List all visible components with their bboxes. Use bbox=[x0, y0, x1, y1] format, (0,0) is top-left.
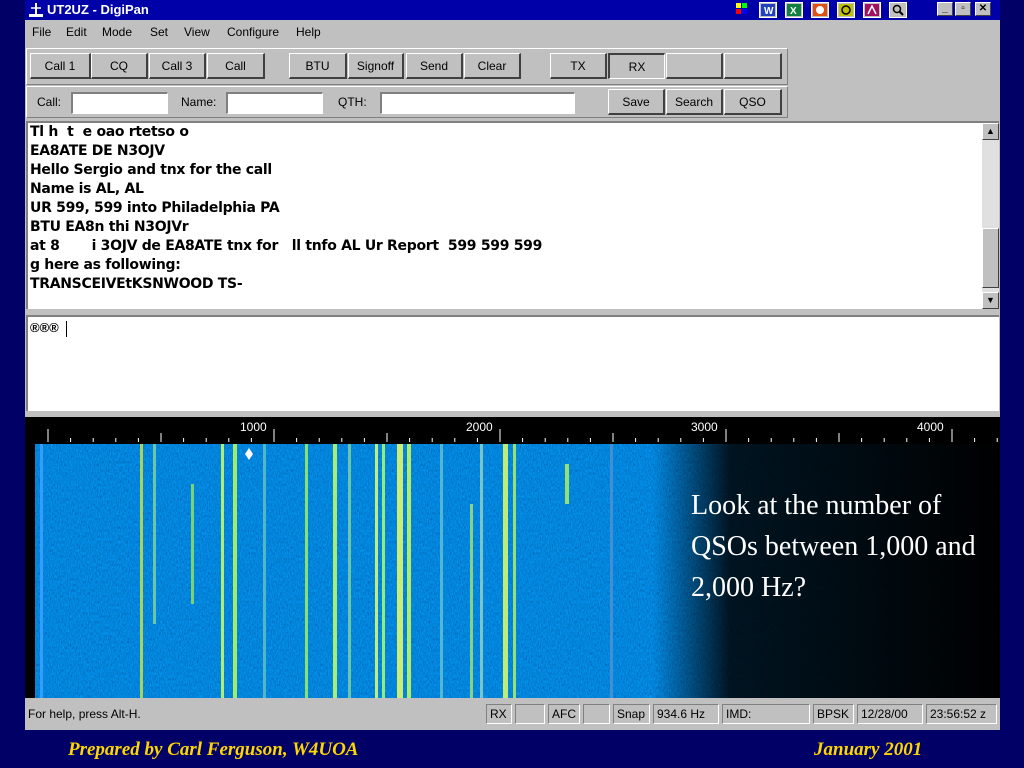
rx-line: TRANSCEIVEtKSNWOOD TS- bbox=[30, 276, 243, 292]
tx-text: ®®® bbox=[30, 320, 59, 335]
scroll-down-icon[interactable]: ▼ bbox=[982, 292, 999, 309]
menu-set[interactable]: Set bbox=[150, 25, 168, 39]
waterfall-display[interactable]: 1000 2000 3000 4000 Look at the number o… bbox=[25, 417, 1000, 698]
status-rx: RX bbox=[486, 704, 512, 724]
scroll-up-icon[interactable]: ▲ bbox=[982, 123, 999, 140]
send-button[interactable]: Send bbox=[406, 53, 463, 79]
qso-button[interactable]: QSO bbox=[724, 89, 782, 115]
freq-label-2000: 2000 bbox=[466, 420, 493, 434]
rx-line: Name is AL, AL bbox=[30, 181, 144, 197]
status-blank-1 bbox=[515, 704, 545, 724]
status-frequency: 934.6 Hz bbox=[653, 704, 719, 724]
app-icon bbox=[28, 2, 44, 18]
close-button[interactable]: ✕ bbox=[975, 2, 991, 16]
app-window: UT2UZ - DigiPan W X _ ▫ ✕ File Edit Mode… bbox=[25, 0, 1000, 730]
call-button[interactable]: Call bbox=[207, 53, 265, 79]
scroll-thumb[interactable] bbox=[982, 228, 999, 288]
blank-button-2[interactable] bbox=[724, 53, 782, 79]
call3-button[interactable]: Call 3 bbox=[149, 53, 206, 79]
word-icon[interactable]: W bbox=[759, 2, 777, 18]
access-icon[interactable] bbox=[863, 2, 881, 18]
macro-toolbar: Call 1 CQ Call 3 Call BTU Signoff Send C… bbox=[26, 48, 788, 85]
search-button[interactable]: Search bbox=[666, 89, 723, 115]
transmit-text-pane[interactable]: ®®® bbox=[26, 315, 999, 411]
status-afc[interactable]: AFC bbox=[548, 704, 580, 724]
minimize-button[interactable]: _ bbox=[937, 2, 953, 16]
signoff-button[interactable]: Signoff bbox=[348, 53, 404, 79]
rx-line: Tl h t e oao rtetso o bbox=[30, 124, 189, 140]
status-imd: IMD: bbox=[722, 704, 810, 724]
freq-label-3000: 3000 bbox=[691, 420, 718, 434]
menu-configure[interactable]: Configure bbox=[227, 25, 279, 39]
rx-line: Hello Sergio and tnx for the call bbox=[30, 162, 272, 178]
powerpoint-icon[interactable] bbox=[811, 2, 829, 18]
rx-line: at 8 i 3OJV de EA8ATE tnx for ll tnfo AL… bbox=[30, 238, 543, 254]
rx-line: g here as following: bbox=[30, 257, 181, 273]
footer-date: January 2001 bbox=[814, 739, 923, 760]
freq-label-4000: 4000 bbox=[917, 420, 944, 434]
svg-text:W: W bbox=[764, 6, 774, 16]
tray-grid-icon[interactable] bbox=[735, 1, 749, 17]
qth-label: QTH: bbox=[338, 95, 367, 109]
outlook-icon[interactable] bbox=[837, 2, 855, 18]
log-toolbar: Call: Name: QTH: Save Search QSO bbox=[26, 86, 788, 118]
call-label: Call: bbox=[37, 95, 62, 109]
menu-help[interactable]: Help bbox=[296, 25, 321, 39]
freq-label-1000: 1000 bbox=[240, 420, 267, 434]
text-cursor bbox=[66, 321, 67, 337]
excel-icon[interactable]: X bbox=[785, 2, 803, 18]
name-input[interactable] bbox=[226, 92, 323, 114]
btu-button[interactable]: BTU bbox=[289, 53, 347, 79]
status-snap[interactable]: Snap bbox=[613, 704, 650, 724]
rx-button[interactable]: RX bbox=[608, 53, 665, 79]
status-time: 23:56:52 z bbox=[926, 704, 997, 724]
rx-line: UR 599, 599 into Philadelphia PA bbox=[30, 200, 280, 216]
rx-scrollbar[interactable]: ▲ ▼ bbox=[982, 123, 999, 309]
menu-view[interactable]: View bbox=[184, 25, 210, 39]
status-blank-2 bbox=[583, 704, 610, 724]
rx-line: BTU EA8n thi N3OJVr bbox=[30, 219, 189, 235]
menu-bar: File Edit Mode Set View Configure Help bbox=[25, 21, 1000, 43]
call-input[interactable] bbox=[71, 92, 168, 114]
status-mode: BPSK bbox=[813, 704, 854, 724]
receive-text-pane[interactable]: Tl h t e oao rtetso o EA8ATE DE N3OJV He… bbox=[26, 121, 999, 309]
clear-button[interactable]: Clear bbox=[464, 53, 521, 79]
title-bar[interactable]: UT2UZ - DigiPan W X _ ▫ ✕ bbox=[25, 0, 1000, 20]
qth-input[interactable] bbox=[380, 92, 575, 114]
status-bar: For help, press Alt-H. RX AFC Snap 934.6… bbox=[25, 701, 1000, 727]
frequency-scale bbox=[47, 429, 998, 442]
restore-button[interactable]: ▫ bbox=[955, 2, 971, 16]
status-date: 12/28/00 bbox=[857, 704, 923, 724]
name-label: Name: bbox=[181, 95, 217, 109]
menu-mode[interactable]: Mode bbox=[102, 25, 132, 39]
save-button[interactable]: Save bbox=[608, 89, 665, 115]
status-help: For help, press Alt-H. bbox=[28, 707, 141, 721]
rx-line: EA8ATE DE N3OJV bbox=[30, 143, 165, 159]
call1-button[interactable]: Call 1 bbox=[30, 53, 91, 79]
find-icon[interactable] bbox=[889, 2, 907, 18]
menu-edit[interactable]: Edit bbox=[66, 25, 87, 39]
blank-button-1[interactable] bbox=[666, 53, 723, 79]
slide-callout: Look at the number of QSOs between 1,000… bbox=[691, 490, 976, 603]
svg-text:X: X bbox=[790, 6, 797, 16]
cq-button[interactable]: CQ bbox=[91, 53, 148, 79]
footer-author: Prepared by Carl Ferguson, W4UOA bbox=[68, 739, 359, 760]
tx-button[interactable]: TX bbox=[550, 53, 607, 79]
menu-file[interactable]: File bbox=[32, 25, 51, 39]
window-title: UT2UZ - DigiPan bbox=[47, 2, 149, 17]
